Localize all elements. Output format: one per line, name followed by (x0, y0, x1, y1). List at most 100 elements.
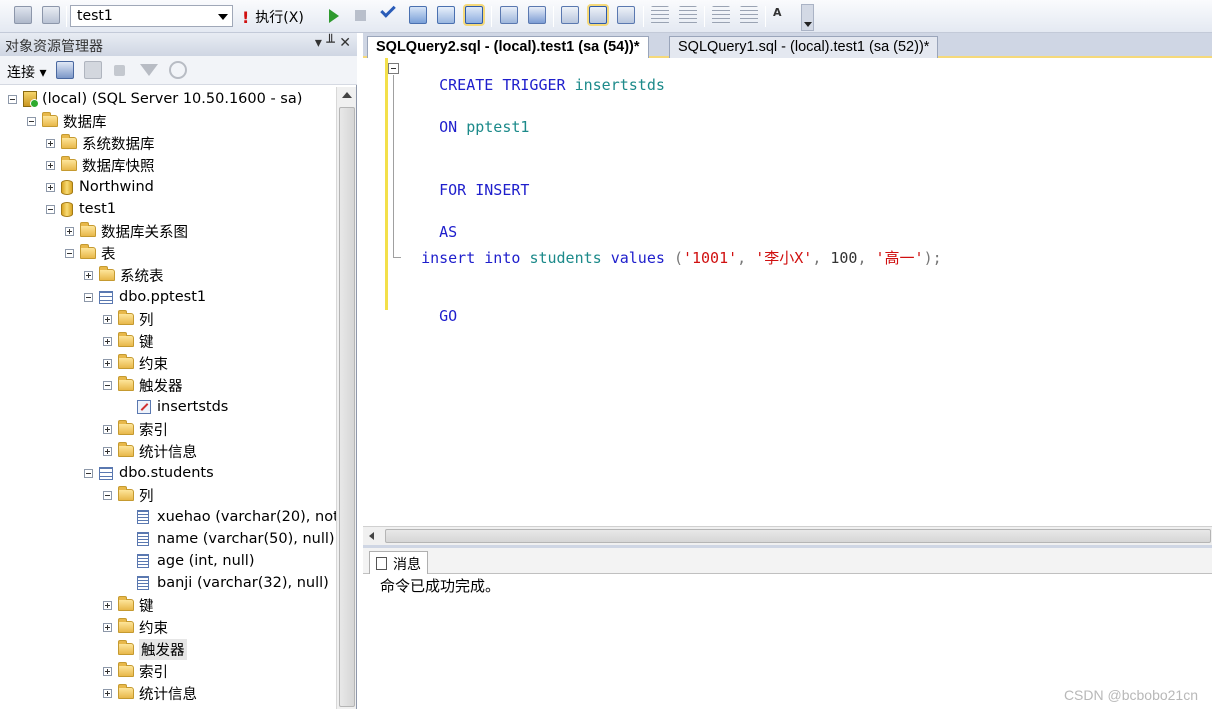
tree-node[interactable]: 列 (103, 308, 154, 330)
refresh-icon[interactable] (169, 61, 187, 79)
tree-node[interactable]: dbo.students (84, 462, 214, 484)
horizontal-scrollbar[interactable] (363, 526, 1212, 545)
code-line-insert: insert into students values ('1001', '李小… (421, 249, 942, 267)
increase-indent-icon[interactable] (740, 6, 758, 24)
chevron-down-icon[interactable] (218, 14, 228, 20)
tree-node[interactable]: 约束 (103, 352, 168, 374)
expand-plus-icon[interactable] (103, 446, 112, 456)
tree-node[interactable]: 数据库 (27, 110, 107, 132)
collapse-minus-icon[interactable] (27, 116, 36, 126)
expand-plus-icon[interactable] (103, 336, 112, 346)
expand-plus-icon[interactable] (103, 622, 112, 632)
expand-plus-icon[interactable] (46, 160, 55, 170)
tab-sqlquery2[interactable]: SQLQuery2.sql - (local).test1 (sa (54))* (367, 36, 649, 58)
tree-node[interactable]: 触发器 (103, 374, 183, 396)
collapse-minus-icon[interactable] (84, 292, 93, 302)
change-connection-icon[interactable] (42, 6, 60, 24)
specify-values-icon[interactable]: A (773, 6, 791, 24)
expand-plus-icon[interactable] (103, 358, 112, 368)
tree-node[interactable]: dbo.pptest1 (84, 286, 206, 308)
tree-node-label: 数据库关系图 (101, 224, 188, 241)
expand-plus-icon[interactable] (84, 270, 93, 280)
uncomment-icon[interactable] (679, 6, 697, 24)
tree-node[interactable]: 系统表 (84, 264, 164, 286)
tree-node[interactable]: 表 (65, 242, 116, 264)
collapse-minus-icon[interactable] (103, 380, 112, 390)
expand-plus-icon[interactable] (65, 226, 74, 236)
scroll-left-icon[interactable] (369, 532, 374, 540)
stop-icon[interactable] (114, 65, 125, 76)
tree-node[interactable]: age (int, null) (122, 550, 255, 572)
toolbar-overflow-icon[interactable] (801, 4, 814, 31)
client-stats-icon[interactable] (528, 6, 546, 24)
tree-node[interactable]: banji (varchar(32), null) (122, 572, 329, 594)
tab-sqlquery1[interactable]: SQLQuery1.sql - (local).test1 (sa (52))* (669, 36, 939, 58)
tree-node[interactable]: Northwind (46, 176, 154, 198)
collapse-minus-icon[interactable] (8, 94, 17, 104)
object-explorer-icon[interactable] (14, 6, 32, 24)
connect-server-icon[interactable] (56, 61, 74, 79)
query-designer-icon[interactable] (409, 6, 427, 24)
tree-node[interactable]: 数据库关系图 (65, 220, 188, 242)
debug-play-icon[interactable] (329, 9, 339, 23)
tree-node[interactable]: 键 (103, 330, 154, 352)
object-explorer-title: 对象资源管理器 (5, 39, 103, 55)
collapse-minus-icon[interactable] (103, 490, 112, 500)
tree-node[interactable]: 数据库快照 (46, 154, 155, 176)
query-editor[interactable]: CREATE TRIGGER insertstds ON pptest1 FOR… (363, 58, 1212, 526)
decrease-indent-icon[interactable] (712, 6, 730, 24)
tab-messages[interactable]: 消息 (369, 551, 428, 575)
tree-node-label: 触发器 (139, 378, 183, 395)
include-plan-icon[interactable] (465, 6, 483, 24)
execute-button[interactable]: ! 执行(X) (240, 5, 308, 27)
panel-controls[interactable]: ▾ ╨ ✕ (315, 35, 351, 51)
expand-plus-icon[interactable] (103, 314, 112, 324)
results-to-file-icon[interactable] (617, 6, 635, 24)
tree-node-label: insertstds (157, 399, 229, 415)
query-options-icon[interactable] (437, 6, 455, 24)
expand-plus-icon[interactable] (103, 600, 112, 610)
disconnect-icon[interactable] (84, 61, 102, 79)
connect-button[interactable]: 连接 ▾ (7, 62, 46, 82)
results-to-text-icon[interactable] (561, 6, 579, 24)
tree-node[interactable]: 触发器 (103, 638, 187, 660)
database-select[interactable]: test1 (70, 5, 233, 27)
tree-node[interactable]: 统计信息 (103, 682, 197, 704)
tree-node[interactable]: name (varchar(50), null) (122, 528, 335, 550)
display-plan-icon[interactable] (500, 6, 518, 24)
tree-node[interactable]: test1 (46, 198, 116, 220)
collapse-minus-icon[interactable] (65, 248, 74, 258)
filter-icon[interactable] (140, 64, 158, 76)
tree-node[interactable]: 系统数据库 (46, 132, 155, 154)
tree-node[interactable]: insertstds (122, 396, 228, 418)
tree-node[interactable]: xuehao (varchar(20), not (122, 506, 336, 528)
folder-icon (118, 662, 134, 677)
tree-node[interactable]: 列 (103, 484, 154, 506)
comment-icon[interactable] (651, 6, 669, 24)
folder-icon (118, 420, 134, 435)
collapse-block-icon[interactable] (388, 63, 399, 74)
expand-plus-icon[interactable] (103, 666, 112, 676)
tree-node[interactable]: 键 (103, 594, 154, 616)
expand-plus-icon[interactable] (103, 688, 112, 698)
parse-check-icon[interactable] (380, 2, 396, 18)
collapse-minus-icon[interactable] (46, 204, 55, 214)
tree-node[interactable]: 统计信息 (103, 440, 197, 462)
expand-plus-icon[interactable] (46, 138, 55, 148)
collapse-minus-icon[interactable] (84, 468, 93, 478)
tree-node-label: 约束 (139, 356, 168, 373)
tree-node[interactable]: (local) (SQL Server 10.50.1600 - sa) (8, 88, 302, 110)
tree-node[interactable]: 索引 (103, 660, 168, 682)
scrollbar-thumb[interactable] (339, 107, 355, 707)
stop-icon[interactable] (355, 10, 366, 21)
tree-node[interactable]: 索引 (103, 418, 168, 440)
messages-icon (376, 557, 387, 570)
scroll-up-icon[interactable] (342, 92, 352, 98)
scrollbar-thumb[interactable] (385, 529, 1211, 543)
vertical-scrollbar[interactable] (336, 87, 356, 709)
results-to-grid-icon[interactable] (589, 6, 607, 24)
expand-plus-icon[interactable] (103, 424, 112, 434)
tree-node-label: 约束 (139, 620, 168, 637)
tree-node[interactable]: 约束 (103, 616, 168, 638)
expand-plus-icon[interactable] (46, 182, 55, 192)
